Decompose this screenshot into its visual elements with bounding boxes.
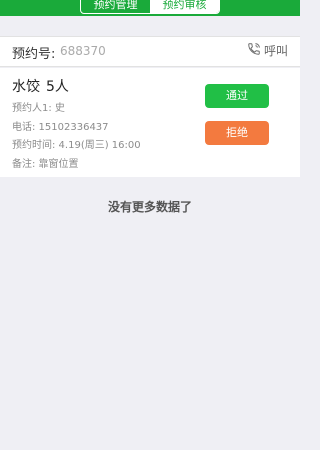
approve-button[interactable]: 通过 bbox=[205, 84, 269, 108]
order-number-bar: 预约号: 688370 呼叫 bbox=[0, 36, 300, 67]
no-more-data-text: 没有更多数据了 bbox=[107, 200, 192, 214]
reservation-card: 水饺 5人 预约人1: 史 电话: 15102336437 预约时间: 4.19(… bbox=[0, 68, 300, 177]
reject-button[interactable]: 拒绝 bbox=[205, 121, 269, 145]
reservation-note: 备注: 靠窗位置 bbox=[12, 159, 79, 170]
phone-icon bbox=[247, 42, 264, 59]
tab-reservation-management[interactable]: 预约管理 bbox=[81, 0, 150, 13]
reservation-time: 预约时间: 4.19(周三) 16:00 bbox=[12, 140, 141, 151]
tab-reservation-review[interactable]: 预约审核 bbox=[150, 0, 219, 13]
segmented-control: 预约管理 预约审核 bbox=[80, 0, 220, 14]
order-number-value: 688370 bbox=[60, 44, 106, 58]
call-button[interactable]: 呼叫 bbox=[247, 42, 288, 59]
reserver-name: 预约人1: 史 bbox=[12, 103, 65, 114]
party-size: 5人 bbox=[46, 79, 69, 95]
header-bar: 预约管理 预约审核 bbox=[0, 0, 300, 16]
dish-name: 水饺 bbox=[12, 79, 40, 95]
order-number-label: 预约号: bbox=[12, 47, 56, 62]
phone-number: 电话: 15102336437 bbox=[12, 122, 109, 133]
call-label: 呼叫 bbox=[263, 44, 288, 58]
reservation-title: 水饺 5人 bbox=[12, 76, 69, 96]
